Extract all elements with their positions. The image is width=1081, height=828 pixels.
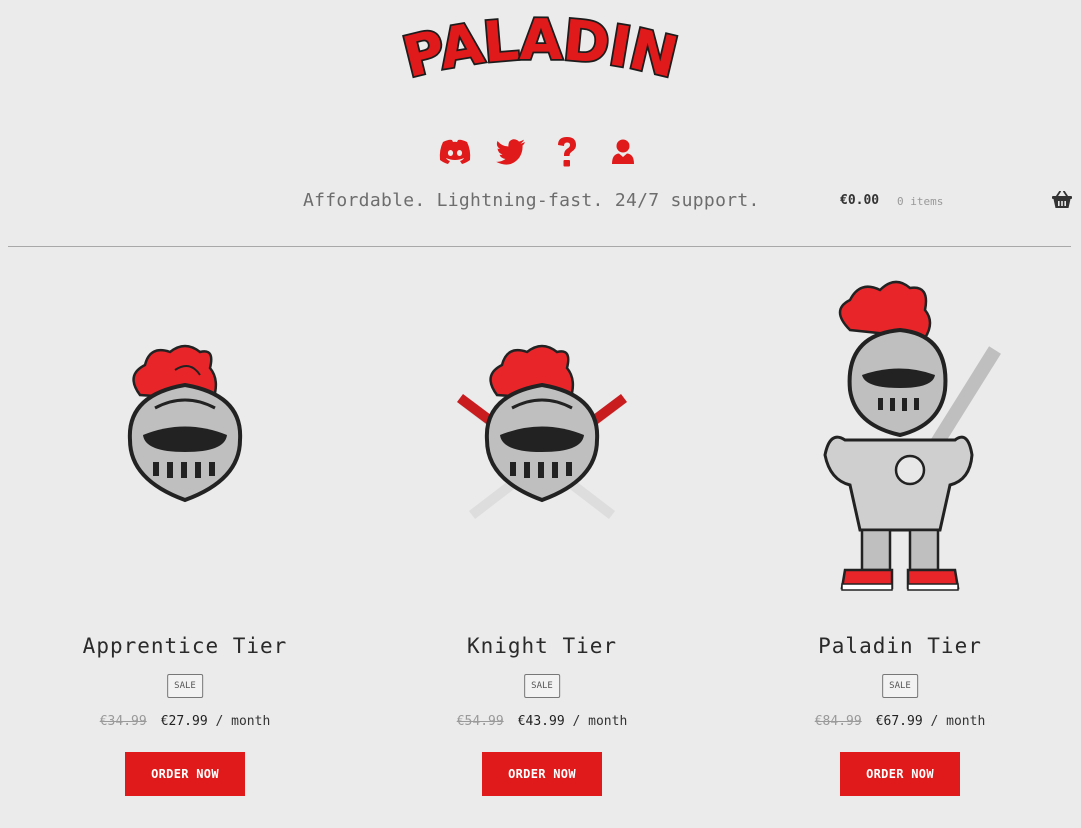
original-price: €84.99 <box>814 714 862 729</box>
account-icon[interactable] <box>605 134 641 170</box>
sale-badge: SALE <box>167 674 203 698</box>
sale-price: €27.99 <box>160 714 208 729</box>
original-price: €34.99 <box>99 714 147 729</box>
price-period: / month <box>207 714 271 729</box>
svg-text:PALADIN: PALADIN <box>397 8 683 91</box>
order-now-button[interactable]: ORDER NOW <box>840 752 960 796</box>
sale-price: €43.99 <box>517 714 565 729</box>
price-period: / month <box>922 714 986 729</box>
product-card-knight: Knight Tier SALE €54.99 €43.99 / month OR… <box>392 280 692 820</box>
product-title[interactable]: Knight Tier <box>392 634 692 658</box>
knight-helmet-swords-image[interactable] <box>392 280 692 610</box>
order-now-button[interactable]: ORDER NOW <box>482 752 602 796</box>
sale-price: €67.99 <box>875 714 923 729</box>
price-row: €54.99 €43.99 / month <box>392 714 692 729</box>
discord-icon[interactable] <box>437 134 473 170</box>
cart-total[interactable]: €0.00 <box>840 193 879 208</box>
knight-full-armor-image[interactable] <box>750 280 1050 610</box>
sale-badge: SALE <box>882 674 918 698</box>
price-row: €84.99 €67.99 / month <box>750 714 1050 729</box>
tagline: Affordable. Lightning-fast. 24/7 support… <box>303 190 760 211</box>
cart-item-count[interactable]: 0 items <box>897 195 943 208</box>
original-price: €54.99 <box>456 714 504 729</box>
price-row: €34.99 €27.99 / month <box>35 714 335 729</box>
product-title[interactable]: Paladin Tier <box>750 634 1050 658</box>
product-card-apprentice: Apprentice Tier SALE €34.99 €27.99 / mont… <box>35 280 335 820</box>
sale-badge: SALE <box>524 674 560 698</box>
product-card-paladin: Paladin Tier SALE €84.99 €67.99 / month O… <box>750 280 1050 820</box>
knight-helmet-image[interactable] <box>35 280 335 610</box>
paladin-logo[interactable]: PALADIN <box>395 4 685 109</box>
header-divider <box>8 246 1071 247</box>
help-icon[interactable] <box>549 134 585 170</box>
social-links <box>0 134 1081 174</box>
order-now-button[interactable]: ORDER NOW <box>125 752 245 796</box>
basket-icon[interactable] <box>1052 191 1072 209</box>
price-period: / month <box>564 714 628 729</box>
product-title[interactable]: Apprentice Tier <box>35 634 335 658</box>
twitter-icon[interactable] <box>493 134 529 170</box>
